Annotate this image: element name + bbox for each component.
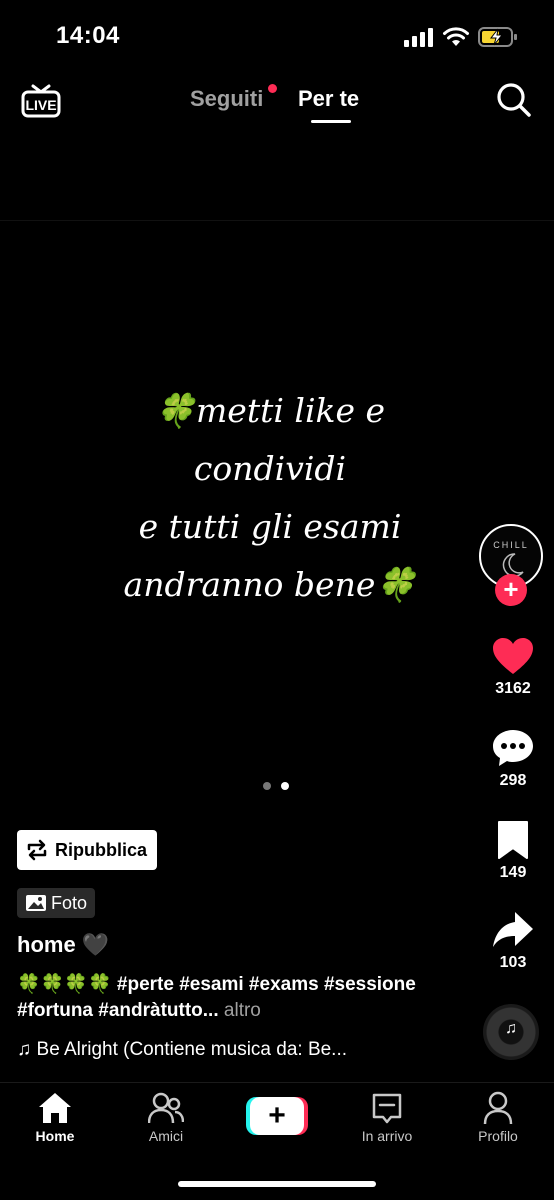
heart-icon <box>493 638 533 674</box>
hashtags[interactable]: 🍀🍀🍀🍀 #perte #esami #exams #sessione #for… <box>17 974 416 1021</box>
comment-icon <box>493 730 533 766</box>
nav-friends-label: Amici <box>148 1128 184 1144</box>
moon-icon <box>502 553 524 576</box>
repost-icon <box>27 839 47 861</box>
image-text: 🍀metti like e condividi e tutti gli esam… <box>123 391 417 604</box>
home-indicator <box>178 1181 376 1187</box>
wifi-icon <box>443 27 469 46</box>
post-title[interactable]: home 🖤 <box>17 932 109 958</box>
signal-icon <box>404 28 433 47</box>
tab-following[interactable]: Seguiti <box>190 86 263 112</box>
nav-home[interactable]: Home <box>10 1091 100 1144</box>
notification-dot <box>268 84 277 93</box>
carousel-indicator <box>263 782 293 792</box>
music-disc[interactable]: ♫ <box>483 1004 539 1060</box>
photo-badge-label: Foto <box>51 892 88 913</box>
bookmark-icon <box>498 821 528 859</box>
active-tab-indicator <box>311 120 351 123</box>
nav-home-label: Home <box>35 1128 75 1144</box>
save-button[interactable]: 149 <box>484 820 542 882</box>
plus-icon: + <box>250 1097 304 1135</box>
status-bar: 14:04 <box>0 0 554 70</box>
inbox-icon <box>372 1093 402 1124</box>
more-link[interactable]: altro <box>224 1000 261 1021</box>
photo-icon <box>26 895 46 911</box>
home-icon <box>39 1093 71 1123</box>
carousel-dot-active <box>281 782 289 790</box>
post-description[interactable]: 🍀🍀🍀🍀 #perte #esami #exams #sessione #for… <box>17 972 457 1024</box>
music-title[interactable]: ♫ Be Alright (Contiene musica da: Be... <box>17 1039 457 1061</box>
status-time: 14:04 <box>56 22 120 49</box>
avatar-text: CHILL <box>493 540 529 550</box>
profile-icon <box>483 1091 513 1125</box>
comment-button[interactable]: 298 <box>484 728 542 790</box>
repost-button[interactable]: Ripubblica <box>17 830 157 870</box>
share-button[interactable]: 103 <box>484 910 542 972</box>
like-button[interactable]: 3162 <box>484 636 542 698</box>
repost-label: Ripubblica <box>55 839 148 860</box>
battery-charging-icon <box>478 27 517 47</box>
feed-tabs: Seguiti Per te <box>0 84 554 124</box>
nav-profile[interactable]: Profilo <box>453 1091 543 1144</box>
comment-count: 298 <box>499 772 527 789</box>
nav-profile-label: Profilo <box>478 1128 518 1144</box>
nav-inbox[interactable]: In arrivo <box>342 1091 432 1144</box>
like-count: 3162 <box>495 680 531 697</box>
nav-friends[interactable]: Amici <box>121 1091 211 1144</box>
nav-inbox-label: In arrivo <box>361 1128 413 1144</box>
friends-icon <box>148 1092 184 1124</box>
photo-badge: Foto <box>17 888 96 918</box>
share-count: 103 <box>499 954 527 971</box>
search-icon[interactable] <box>496 82 532 118</box>
save-count: 149 <box>499 864 527 881</box>
share-icon <box>493 912 533 947</box>
tab-for-you[interactable]: Per te <box>298 86 359 112</box>
follow-button[interactable]: + <box>495 574 527 606</box>
create-button[interactable]: + <box>246 1097 308 1135</box>
music-note-icon: ♫ <box>505 1020 517 1037</box>
carousel-dot <box>263 782 271 790</box>
